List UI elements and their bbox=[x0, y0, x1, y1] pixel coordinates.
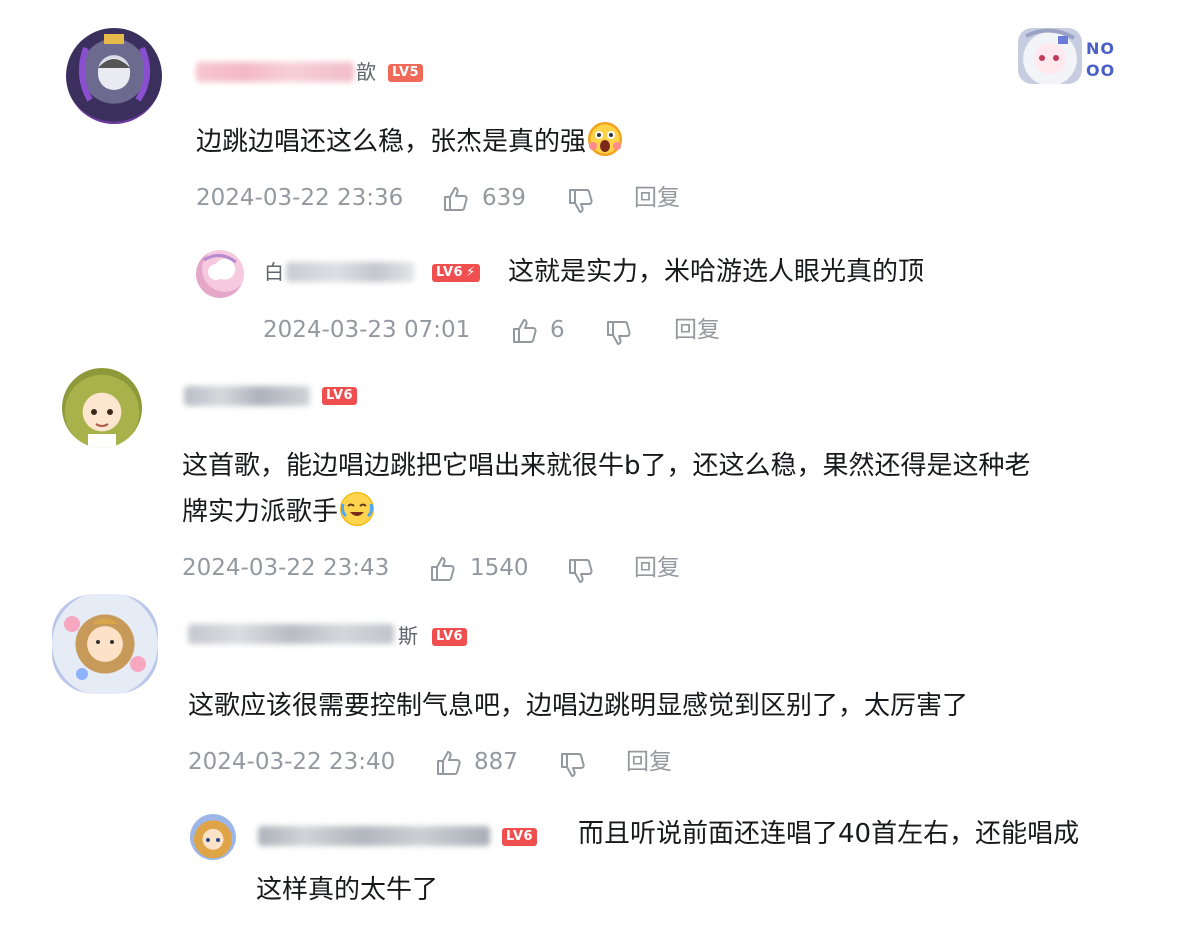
like-count: 639 bbox=[482, 185, 526, 211]
thumbs-down-icon[interactable] bbox=[558, 750, 588, 780]
thumbs-up-icon[interactable] bbox=[428, 554, 458, 584]
timestamp: 2024-03-22 23:40 bbox=[188, 749, 396, 775]
username-blurred[interactable] bbox=[184, 386, 310, 406]
level-badge: LV6 bbox=[322, 387, 358, 405]
comment-text-line-2: 牌实力派歌手 bbox=[182, 490, 375, 534]
level-badge: LV6 ⚡ bbox=[432, 264, 480, 282]
avatar[interactable] bbox=[66, 28, 162, 124]
like-count: 6 bbox=[550, 317, 565, 343]
like-count: 887 bbox=[474, 749, 518, 775]
reply-text-line-1: 而且听说前面还连唱了40首左右，还能唱成 bbox=[578, 819, 1080, 849]
level-badge: LV5 bbox=[388, 64, 424, 82]
username-blurred[interactable] bbox=[196, 62, 354, 82]
username-blurred[interactable] bbox=[258, 826, 490, 846]
avatar[interactable] bbox=[52, 594, 158, 694]
comment-text-line-1: 这首歌，能边唱边跳把它唱出来就很牛b了，还这么稳，果然还得是这种老 bbox=[182, 451, 1031, 481]
username-blurred[interactable] bbox=[286, 262, 414, 282]
reply-button[interactable]: 回复 bbox=[634, 553, 680, 583]
corner-avatar bbox=[1018, 28, 1082, 84]
timestamp: 2024-03-22 23:43 bbox=[182, 555, 390, 581]
timestamp: 2024-03-23 07:01 bbox=[263, 317, 471, 343]
reply-button[interactable]: 回复 bbox=[626, 747, 672, 777]
corner-badge-text-1: NO bbox=[1086, 39, 1115, 58]
level-badge: LV6 bbox=[502, 828, 538, 846]
comment-text: 这歌应该很需要控制气息吧，边唱边跳明显感觉到区别了，太厉害了 bbox=[188, 691, 969, 721]
corner-badge-text-2: OO bbox=[1086, 61, 1116, 80]
username-blurred[interactable] bbox=[188, 624, 394, 644]
timestamp: 2024-03-22 23:36 bbox=[196, 185, 404, 211]
avatar[interactable] bbox=[62, 368, 142, 448]
scared-emoji-icon bbox=[588, 122, 623, 156]
username-tail[interactable]: 斯 bbox=[398, 624, 418, 648]
reply-text-line-2: 这样真的太牛了 bbox=[256, 875, 439, 905]
comment-text: 边跳边唱还这么稳，张杰是真的强 bbox=[196, 120, 623, 164]
thumbs-up-icon[interactable] bbox=[441, 184, 471, 214]
thumbs-down-icon[interactable] bbox=[566, 556, 596, 586]
avatar-art bbox=[78, 34, 151, 102]
username-tail[interactable]: 歆 bbox=[356, 60, 376, 84]
thumbs-up-icon[interactable] bbox=[434, 748, 464, 778]
reply-button[interactable]: 回复 bbox=[634, 183, 680, 213]
lightning-icon: ⚡ bbox=[466, 265, 476, 280]
like-count: 1540 bbox=[470, 555, 529, 581]
avatar[interactable] bbox=[196, 250, 244, 298]
reply-button[interactable]: 回复 bbox=[674, 315, 720, 345]
level-badge: LV6 bbox=[432, 628, 468, 646]
crying-laugh-emoji-icon bbox=[340, 492, 375, 526]
username-head[interactable]: 白 bbox=[264, 260, 284, 284]
reply-text: 这就是实力，米哈游选人眼光真的顶 bbox=[508, 257, 925, 287]
thumbs-down-icon[interactable] bbox=[604, 318, 634, 348]
thumbs-down-icon[interactable] bbox=[566, 186, 596, 216]
avatar[interactable] bbox=[190, 814, 236, 860]
thumbs-up-icon[interactable] bbox=[510, 316, 540, 346]
